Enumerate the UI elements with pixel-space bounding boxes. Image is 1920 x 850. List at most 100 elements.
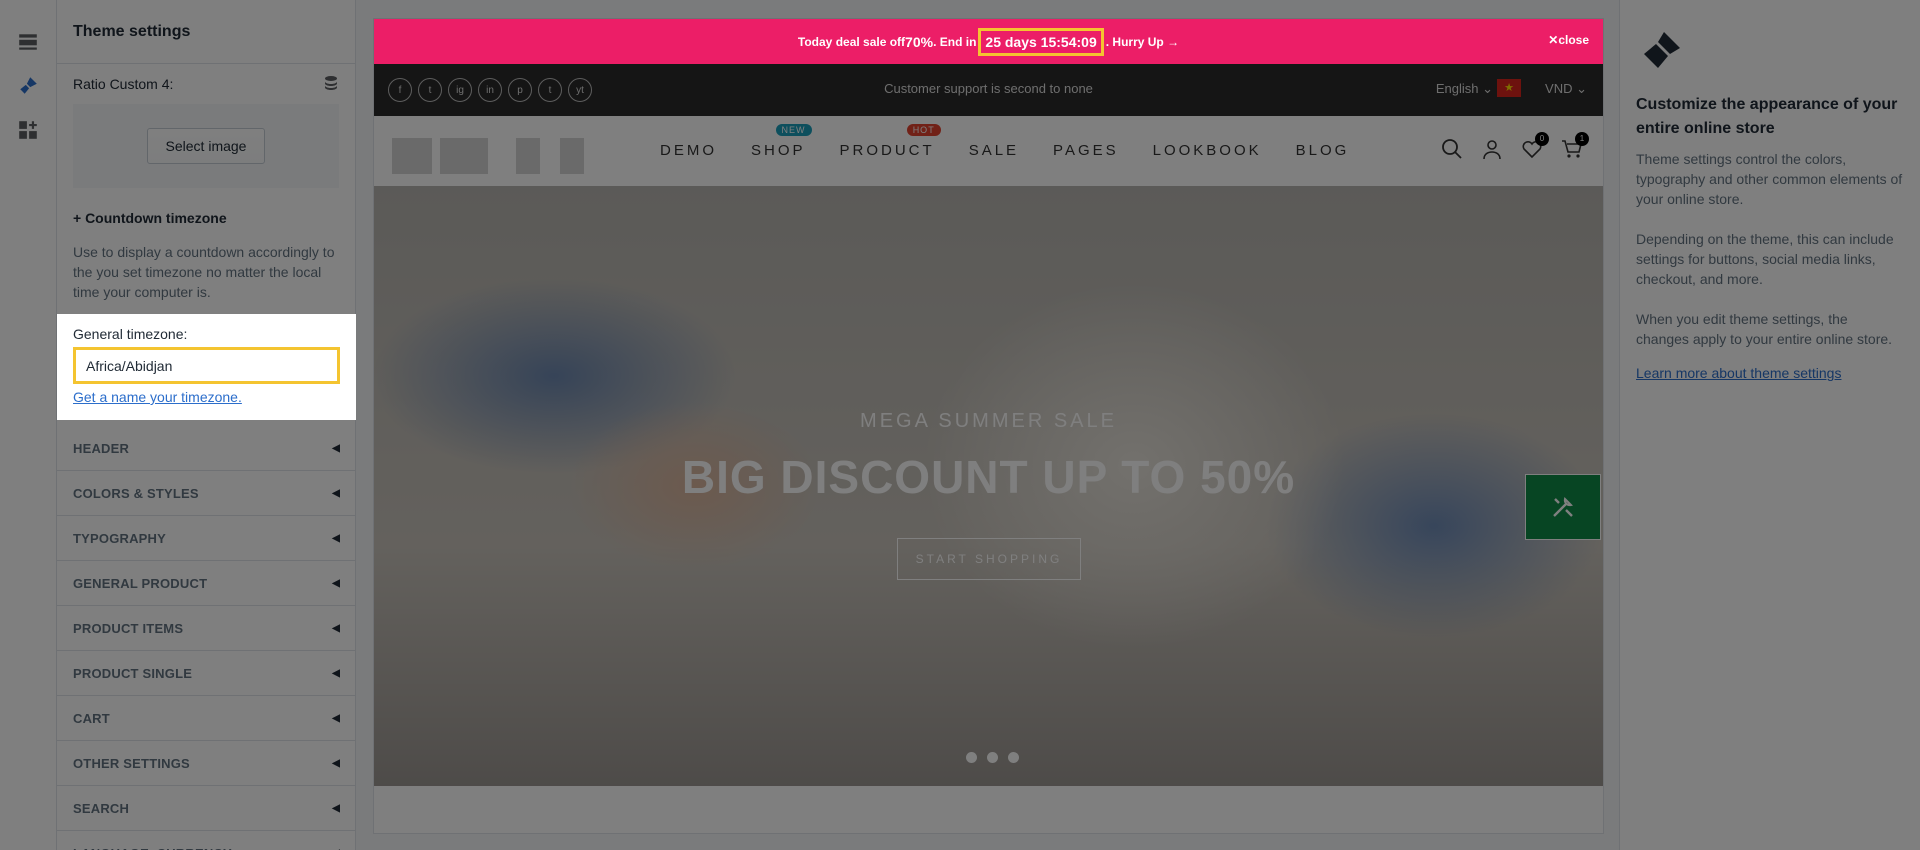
settings-section[interactable]: PRODUCT SINGLE ◀ — [57, 651, 355, 696]
general-timezone-panel: General timezone: Africa/Abidjan Get a n… — [57, 314, 356, 420]
theme-brush-icon[interactable] — [16, 74, 40, 98]
settings-sections: HEADER ◀ COLORS & STYLES ◀ TYPOGRAPHY ◀ GENERA… — [57, 426, 355, 850]
promo-discount: 70% — [905, 33, 934, 50]
menu-item-label: PAGES — [1053, 142, 1119, 159]
language-label: English — [1435, 81, 1479, 96]
settings-section[interactable]: OTHER SETTINGS ◀ — [57, 741, 355, 786]
learn-more-link[interactable]: Learn more about theme settings — [1636, 365, 1841, 381]
settings-section-label: COLORS & STYLES — [73, 485, 199, 501]
caret-left-icon: ◀ — [332, 442, 340, 454]
settings-section[interactable]: PRODUCT ITEMS ◀ — [57, 606, 355, 651]
settings-section[interactable]: GENERAL PRODUCT ◀ — [57, 561, 355, 606]
info-panel: Customize the appearance of your entire … — [1619, 0, 1920, 850]
general-timezone-input[interactable]: Africa/Abidjan — [73, 347, 340, 384]
menu-item-label: LOOKBOOK — [1152, 142, 1262, 159]
promo-countdown: 25 days 15:54:09 — [978, 27, 1104, 56]
slider-dot[interactable] — [987, 752, 998, 763]
tools-icon — [1553, 497, 1573, 517]
wishlist-icon[interactable]: 0 — [1521, 132, 1549, 160]
caret-left-icon: ◀ — [332, 667, 340, 679]
settings-section-label: GENERAL PRODUCT — [73, 575, 208, 591]
caret-left-icon: ◀ — [332, 622, 340, 634]
countdown-timezone-heading[interactable]: + Countdown timezone — [57, 188, 355, 226]
settings-section[interactable]: CART ◀ — [57, 696, 355, 741]
settings-section-label: TYPOGRAPHY — [73, 530, 167, 546]
ratio-label: Ratio Custom 4: — [73, 76, 174, 92]
hero-title: BIG DISCOUNT UP TO 50% — [681, 451, 1296, 503]
caret-left-icon: ◀ — [332, 487, 340, 499]
menu-item[interactable]: SHOP NEW — [751, 124, 812, 159]
menu-item-label: SHOP — [751, 142, 806, 159]
settings-section-label: PRODUCT ITEMS — [73, 620, 184, 636]
menu-item-label: DEMO — [660, 142, 717, 159]
menu-item[interactable]: PRODUCT HOT — [839, 124, 941, 159]
info-paragraph-1: Theme settings control the colors, typog… — [1636, 151, 1903, 207]
add-apps-icon[interactable] — [16, 118, 40, 142]
settings-section[interactable]: LANGUAGE, CURRENCY◀ — [57, 831, 355, 850]
menu-item[interactable]: SALE — [969, 142, 1019, 159]
info-paragraph-2: Depending on the theme, this can include… — [1636, 231, 1894, 287]
store-preview: Today deal sale off 70% . End in 25 days… — [373, 18, 1604, 834]
select-image-button[interactable]: Select image — [147, 128, 265, 164]
cart-count: 1 — [1575, 132, 1589, 146]
left-icon-rail — [0, 0, 57, 850]
tools-button[interactable] — [1525, 474, 1601, 540]
countdown-timezone-description: Use to display a countdown accordingly t… — [73, 244, 335, 300]
caret-left-icon: ◀ — [332, 757, 340, 769]
menu-item[interactable]: PAGES — [1053, 142, 1119, 159]
sections-icon[interactable] — [16, 30, 40, 54]
language-selector[interactable]: English ⌄ — [1436, 81, 1493, 97]
slider-dot[interactable] — [1008, 752, 1019, 763]
nav-icons: 0 1 — [1441, 132, 1589, 160]
image-picker: Select image — [73, 104, 339, 188]
caret-left-icon: ◀ — [332, 712, 340, 724]
caret-left-icon: ◀ — [332, 802, 340, 814]
info-title: Customize the appearance of your entire … — [1636, 96, 1898, 137]
timezone-name-link[interactable]: Get a name your timezone. — [73, 389, 242, 405]
store-topbar: f t ig in p t yt Customer support is second to… — [374, 64, 1603, 116]
settings-section-label: PRODUCT SINGLE — [73, 665, 193, 681]
menu-item-label: BLOG — [1295, 142, 1350, 159]
caret-left-icon: ◀ — [332, 532, 340, 544]
support-text: Customer support is second to none — [884, 81, 1093, 96]
settings-section[interactable]: COLORS & STYLES ◀ — [57, 471, 355, 516]
info-paragraph-3: When you edit theme settings, the change… — [1636, 311, 1893, 347]
promo-close-button[interactable]: ✕close — [1548, 33, 1589, 47]
hero-slider: MEGA SUMMER SALE BIG DISCOUNT UP TO 50% … — [374, 186, 1603, 786]
slider-dots — [966, 752, 1019, 763]
settings-section[interactable]: HEADER ◀ — [57, 426, 355, 471]
menu-item[interactable]: LOOKBOOK — [1153, 142, 1262, 159]
main-menu: DEMO SHOP NEW PRODUCT HOT SALE PAGES LOOKBOOK BL… — [660, 124, 1350, 159]
settings-section[interactable]: TYPOGRAPHY ◀ — [57, 516, 355, 561]
settings-section-label: LANGUAGE, CURRENCY — [73, 846, 232, 850]
settings-section-label: CART — [73, 710, 110, 726]
database-icon[interactable] — [323, 75, 339, 94]
promo-prefix: Today deal sale off — [797, 34, 906, 49]
general-timezone-label: General timezone: — [73, 326, 188, 342]
wishlist-count: 0 — [1535, 132, 1549, 146]
slider-dot[interactable] — [966, 752, 977, 763]
menu-item[interactable]: DEMO — [660, 142, 717, 159]
theme-settings-sidebar: Theme settings Ratio Custom 4: Select im… — [57, 0, 356, 850]
currency-selector[interactable]: VND ⌄ — [1545, 81, 1587, 97]
settings-section-label: SEARCH — [73, 800, 130, 816]
cart-icon[interactable]: 1 — [1561, 132, 1589, 160]
settings-section[interactable]: SEARCH ◀ — [57, 786, 355, 831]
start-shopping-button[interactable]: START SHOPPING — [897, 538, 1081, 580]
promo-bar: Today deal sale off 70% . End in 25 days… — [374, 19, 1603, 64]
menu-item[interactable]: BLOG — [1296, 142, 1350, 159]
store-logo[interactable] — [392, 138, 584, 174]
promo-suffix[interactable]: . Hurry Up → — [1106, 35, 1179, 49]
menu-item-label: SALE — [968, 142, 1020, 159]
account-icon[interactable] — [1481, 138, 1503, 160]
hero-subtitle: MEGA SUMMER SALE — [860, 410, 1117, 432]
currency-label: VND — [1545, 81, 1573, 96]
menu-item-label: PRODUCT — [839, 142, 935, 159]
ratio-row: Ratio Custom 4: — [57, 64, 355, 104]
search-icon[interactable] — [1441, 138, 1463, 160]
menu-badge: HOT — [906, 124, 941, 136]
promo-close-label: close — [1558, 33, 1589, 47]
sidebar-title: Theme settings — [57, 0, 355, 64]
paint-brush-icon — [1636, 26, 1904, 81]
store-nav: DEMO SHOP NEW PRODUCT HOT SALE PAGES LOOKBOOK BL… — [374, 116, 1603, 186]
